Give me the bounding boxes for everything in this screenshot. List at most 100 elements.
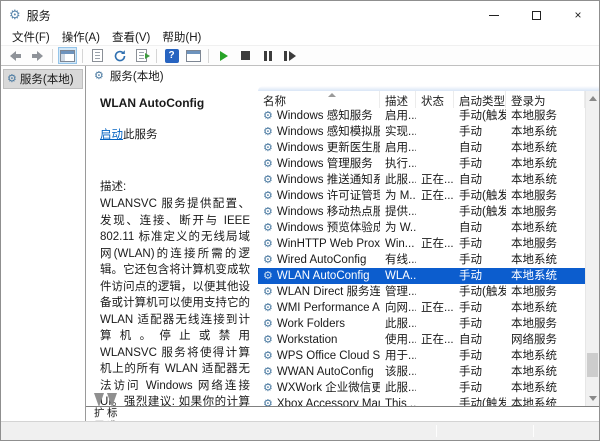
refresh-button[interactable] [110, 47, 129, 64]
service-description: 执行... [380, 156, 416, 172]
close-button[interactable]: × [557, 1, 599, 29]
extended-view-button[interactable] [184, 47, 203, 64]
stop-icon [241, 51, 250, 60]
service-row[interactable]: ⚙Windows 感知服务 启用... 手动(触发... 本地服务 [258, 108, 585, 124]
service-gear-icon: ⚙ [263, 255, 273, 266]
column-header-logon-as[interactable]: 登录为 [506, 91, 585, 108]
service-description: 启用... [380, 108, 416, 124]
service-row[interactable]: ⚙Windows 移动热点服务 提供... 手动(触发... 本地服务 [258, 204, 585, 220]
service-gear-icon: ⚙ [263, 223, 273, 234]
list-header: 名称 描述 状态 启动类型 登录为 [258, 91, 599, 108]
service-startup-type: 自动 [454, 140, 506, 156]
service-row[interactable]: ⚙Windows 更新医生服务 启用... 自动 本地系统 [258, 140, 585, 156]
service-name: Windows 预览体验成员服务 [277, 220, 380, 236]
service-status: 正在... [416, 332, 454, 348]
service-row[interactable]: ⚙WLAN AutoConfig WLA... 手动 本地系统 [258, 268, 585, 284]
service-logon-as: 本地服务 [506, 284, 585, 300]
start-service-link[interactable]: 启动 [100, 129, 123, 141]
scrollbar-thumb[interactable] [587, 353, 598, 377]
service-description: 向网... [380, 300, 416, 316]
service-logon-as: 本地服务 [506, 316, 585, 332]
service-logon-as: 本地系统 [506, 140, 585, 156]
service-status [416, 396, 454, 406]
column-header-startup-type[interactable]: 启动类型 [454, 91, 506, 108]
service-name: WXWork 企业微信更新服务 [277, 380, 380, 396]
forward-button[interactable] [28, 47, 47, 64]
service-logon-as: 本地系统 [506, 252, 585, 268]
minimize-button[interactable] [473, 1, 515, 29]
service-gear-icon: ⚙ [263, 287, 273, 298]
service-logon-as: 本地系统 [506, 172, 585, 188]
toolbar-separator [208, 49, 209, 63]
service-description: 管理... [380, 284, 416, 300]
titlebar: ⚙ 服务 × [1, 1, 599, 29]
help-button[interactable]: ? [162, 47, 181, 64]
service-status [416, 124, 454, 140]
back-button[interactable] [6, 47, 25, 64]
service-gear-icon: ⚙ [263, 399, 273, 407]
start-service-button[interactable] [214, 47, 233, 64]
service-status: 正在... [416, 300, 454, 316]
service-row[interactable]: ⚙Work Folders 此服... 手动 本地服务 [258, 316, 585, 332]
service-name: WLAN Direct 服务连接管... [277, 284, 380, 300]
scroll-up-button[interactable] [586, 91, 599, 106]
service-status [416, 380, 454, 396]
service-name: WMI Performance Adapt... [277, 300, 380, 316]
service-startup-type: 手动(触发... [454, 396, 506, 406]
restart-service-button[interactable] [280, 47, 299, 64]
menu-item[interactable]: 查看(V) [106, 28, 156, 46]
service-logon-as: 本地系统 [506, 364, 585, 380]
service-row[interactable]: ⚙WXWork 企业微信更新服务 此服... 手动 本地系统 [258, 380, 585, 396]
service-gear-icon: ⚙ [263, 127, 273, 138]
maximize-button[interactable] [515, 1, 557, 29]
service-status [416, 284, 454, 300]
service-list: 名称 描述 状态 启动类型 登录为 ⚙Windows 感知服务 启用... 手动… [258, 86, 599, 406]
view-tab[interactable]: 标准 [107, 407, 117, 421]
service-startup-type: 手动 [454, 156, 506, 172]
service-row[interactable]: ⚙Workstation 使用... 正在... 自动 网络服务 [258, 332, 585, 348]
service-row[interactable]: ⚙WWAN AutoConfig 该服... 手动 本地系统 [258, 364, 585, 380]
column-header-description[interactable]: 描述 [380, 91, 416, 108]
service-startup-type: 手动 [454, 268, 506, 284]
service-name: Windows 更新医生服务 [277, 140, 380, 156]
service-row[interactable]: ⚙Windows 预览体验成员服务 为 W... 自动 本地系统 [258, 220, 585, 236]
pause-service-button[interactable] [258, 47, 277, 64]
service-row[interactable]: ⚙WMI Performance Adapt... 向网... 正在... 手动… [258, 300, 585, 316]
menu-item[interactable]: 帮助(H) [156, 28, 207, 46]
menu-item[interactable]: 文件(F) [6, 28, 56, 46]
service-row[interactable]: ⚙WLAN Direct 服务连接管... 管理... 手动(触发... 本地服… [258, 284, 585, 300]
service-row[interactable]: ⚙Windows 推送通知系统服务 此服... 正在... 自动 本地系统 [258, 172, 585, 188]
service-row[interactable]: ⚙Windows 许可证管理器服务 为 M... 正在... 手动(触发... … [258, 188, 585, 204]
stop-service-button[interactable] [236, 47, 255, 64]
service-description: Win... [380, 236, 416, 252]
service-logon-as: 本地系统 [506, 396, 585, 406]
service-name: Windows 许可证管理器服务 [277, 188, 380, 204]
vertical-scrollbar[interactable] [585, 91, 599, 406]
properties-button[interactable] [88, 47, 107, 64]
service-row[interactable]: ⚙Wired AutoConfig 有线... 手动 本地系统 [258, 252, 585, 268]
show-console-tree-button[interactable] [58, 47, 77, 64]
export-list-button[interactable] [132, 47, 151, 64]
service-name: Windows 管理服务 [277, 156, 373, 172]
view-tab[interactable]: 扩展 [94, 407, 104, 421]
service-status [416, 156, 454, 172]
menu-item[interactable]: 操作(A) [56, 28, 106, 46]
tree-item-services-local[interactable]: ⚙ 服务(本地) [3, 69, 83, 89]
scroll-down-button[interactable] [586, 391, 599, 406]
toolbar: ? [1, 46, 599, 66]
service-status [416, 364, 454, 380]
console-tree: ⚙ 服务(本地) [1, 66, 86, 421]
service-gear-icon: ⚙ [263, 143, 273, 154]
service-row[interactable]: ⚙Windows 管理服务 执行... 手动 本地系统 [258, 156, 585, 172]
column-header-status[interactable]: 状态 [416, 91, 454, 108]
service-logon-as: 本地服务 [506, 108, 585, 124]
service-row[interactable]: ⚙WinHTTP Web Proxy Aut... Win... 正在... 手… [258, 236, 585, 252]
column-header-name[interactable]: 名称 [258, 91, 380, 108]
services-window: ⚙ 服务 × 文件(F)操作(A)查看(V)帮助(H) ? [0, 0, 600, 441]
service-status [416, 204, 454, 220]
service-row[interactable]: ⚙WPS Office Cloud Service 用于... 手动 本地系统 [258, 348, 585, 364]
service-row[interactable]: ⚙Windows 感知模拟服务 实现... 手动 本地系统 [258, 124, 585, 140]
service-row[interactable]: ⚙Xbox Accessory Manage... This ... 手动(触发… [258, 396, 585, 406]
services-panel: ⚙ 服务(本地) WLAN AutoConfig 启动此服务 描述: WLANS… [86, 66, 599, 421]
close-icon: × [574, 8, 581, 22]
